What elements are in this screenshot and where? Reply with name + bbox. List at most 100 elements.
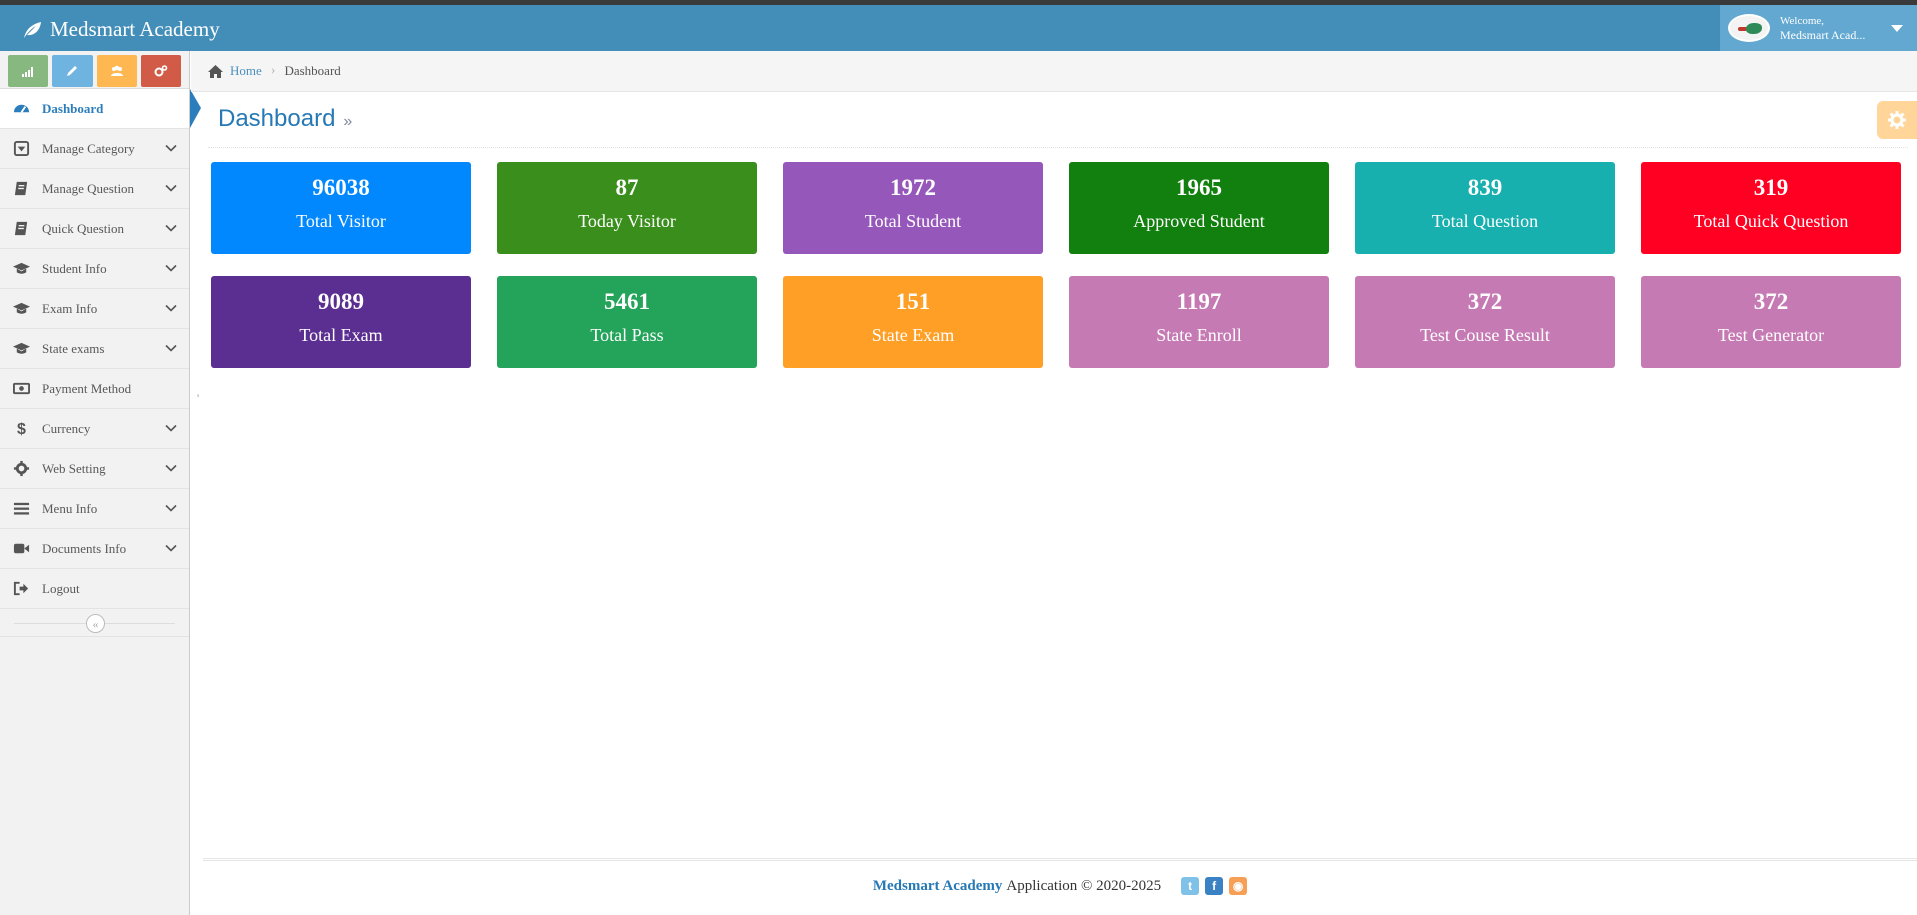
caret-down-icon[interactable] [1891,25,1903,32]
stat-tile-total-quick-question[interactable]: 319 Total Quick Question [1641,162,1901,254]
sidebar-item-exam-info[interactable]: Exam Info [0,289,189,329]
sidebar-item-label: Manage Question [42,180,135,196]
dollar-icon: $ [12,420,30,438]
ace-settings-button[interactable] [1877,101,1917,139]
gear-icon [12,460,30,478]
stat-label: Today Visitor [578,211,676,231]
stat-tile-total-exam[interactable]: 9089 Total Exam [211,276,471,368]
stat-tile-test-couse-result[interactable]: 372 Test Couse Result [1355,276,1615,368]
page-title-text: Dashboard [218,105,336,132]
stat-value: 1965 [1176,175,1222,200]
settings-shortcut-button[interactable] [140,55,181,87]
stat-value: 319 [1753,175,1789,200]
sidebar-item-web-setting[interactable]: Web Setting [0,449,189,489]
stat-tile-total-pass[interactable]: 5461 Total Pass [497,276,757,368]
sidebar-nav: Dashboard Manage Category Manage Question Q… [0,89,189,609]
facebook-icon[interactable]: f [1205,877,1224,895]
sidebar-item-label: Quick Question [42,220,124,236]
footer: Medsmart Academy Application © 2020-2025… [203,858,1917,915]
sidebar-item-menu-info[interactable]: Menu Info [0,489,189,529]
welcome-text: Welcome, [1780,15,1825,27]
chevron-down-icon [165,222,177,234]
graduation-cap-icon [12,260,30,278]
sidebar-item-label: Student Info [42,260,107,276]
double-chevron-left-icon[interactable]: « [86,614,105,633]
stat-label: State Exam [871,325,955,345]
avatar [1728,14,1770,42]
sidebar-item-quick-question[interactable]: Quick Question [0,209,189,249]
video-camera-icon [12,540,30,558]
breadcrumb-separator-icon: › [270,63,276,78]
stat-value: 1972 [890,175,936,200]
sign-out-icon [12,580,30,598]
stat-label: Total Exam [299,325,383,345]
users-icon [110,65,123,76]
sidebar-item-label: Dashboard [42,100,104,116]
breadcrumb-home-link[interactable]: Home [230,63,262,79]
stat-value: 839 [1467,175,1503,200]
sidebar-item-label: Exam Info [42,300,98,316]
chevron-down-icon [165,462,177,474]
book-icon [12,180,30,198]
social-links: t f ◉ [1181,877,1248,895]
sidebar-shortcuts [0,51,189,89]
stat-value: 87 [615,175,639,200]
book-icon [12,220,30,238]
stat-label: Total Quick Question [1693,211,1849,231]
stat-tile-approved-student[interactable]: 1965 Approved Student [1069,162,1329,254]
stat-value: 9089 [318,289,364,314]
stat-value: 372 [1753,289,1789,314]
sidebar-item-state-exams[interactable]: State exams [0,329,189,369]
stat-tile-test-generator[interactable]: 372 Test Generator [1641,276,1901,368]
rss-icon[interactable]: ◉ [1229,877,1248,895]
sidebar-item-logout[interactable]: Logout [0,569,189,609]
stat-label: Test Couse Result [1420,325,1550,345]
stat-value: 96038 [312,175,370,200]
svg-text:$: $ [17,420,26,437]
sidebar-item-label: Web Setting [42,460,106,476]
sidebar-item-payment-method[interactable]: Payment Method [0,369,189,409]
stat-tile-total-question[interactable]: 839 Total Question [1355,162,1615,254]
stray-mark: ' [197,391,200,405]
page-title: Dashboard » [218,105,352,133]
stat-tile-state-enroll[interactable]: 1197 State Enroll [1069,276,1329,368]
stat-tile-today-visitor[interactable]: 87 Today Visitor [497,162,757,254]
caret-square-icon [12,140,30,158]
sidebar-item-student-info[interactable]: Student Info [0,249,189,289]
sidebar-item-label: Documents Info [42,540,127,556]
footer-brand: Medsmart Academy [872,877,1003,894]
chevron-down-icon [165,142,177,154]
twitter-icon[interactable]: t [1181,877,1200,895]
stat-tile-total-visitor[interactable]: 96038 Total Visitor [211,162,471,254]
chevron-down-icon [165,542,177,554]
users-shortcut-button[interactable] [96,55,137,87]
sidebar-item-manage-question[interactable]: Manage Question [0,169,189,209]
user-menu[interactable]: Welcome, Medsmart Acad... [1720,5,1917,51]
sidebar-item-label: Currency [42,420,91,436]
sidebar-item-manage-category[interactable]: Manage Category [0,129,189,169]
signal-icon [22,67,34,77]
stat-value: 1197 [1176,289,1222,314]
stat-label: Total Question [1431,211,1539,231]
sidebar-item-label: Manage Category [42,140,135,156]
stat-label: Total Pass [590,325,664,345]
sidebar-item-dashboard[interactable]: Dashboard [0,89,189,129]
page-header: Dashboard » [208,96,1908,148]
sidebar-item-documents-info[interactable]: Documents Info [0,529,189,569]
stat-value: 151 [895,289,931,314]
user-name: Medsmart Acad... [1780,28,1866,42]
sidebar-item-currency[interactable]: $ Currency [0,409,189,449]
stat-tile-total-student[interactable]: 1972 Total Student [783,162,1043,254]
stat-tile-state-exam[interactable]: 151 State Exam [783,276,1043,368]
edit-shortcut-button[interactable] [52,55,93,87]
stats-shortcut-button[interactable] [8,55,49,87]
tachometer-icon [12,100,30,118]
home-icon [208,64,223,78]
stat-label: Total Student [864,211,962,231]
brand-link[interactable]: Medsmart Academy [22,17,220,42]
graduation-cap-icon [12,340,30,358]
stat-label: State Enroll [1156,325,1242,345]
chevron-down-icon [165,302,177,314]
sidebar-collapse-row: « [0,609,189,637]
brand-title: Medsmart Academy [50,17,220,41]
